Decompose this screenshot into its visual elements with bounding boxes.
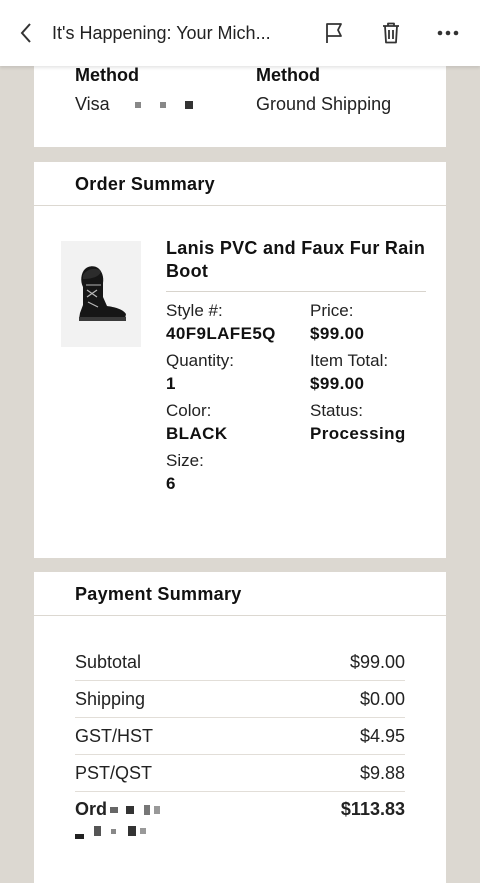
pst-qst-value: $9.88 [359, 762, 405, 783]
size-value: 6 [166, 474, 176, 493]
payment-card-type: Visa [75, 94, 110, 114]
quantity-value: 1 [166, 374, 176, 393]
flag-icon [326, 23, 342, 43]
flag-button[interactable] [319, 18, 349, 48]
product-name[interactable]: Lanis PVC and Faux Fur Rain Boot [166, 237, 426, 292]
gst-hst-label: GST/HST [75, 725, 154, 746]
payment-summary-heading: Payment Summary [34, 572, 446, 616]
item-total-label: Item Total: [310, 351, 389, 370]
shipping-row: Shipping $0.00 [75, 681, 405, 718]
gst-hst-row: GST/HST $4.95 [75, 718, 405, 755]
price-value: $99.00 [310, 324, 365, 343]
back-button[interactable] [0, 0, 52, 66]
item-total-value: $99.00 [310, 374, 365, 393]
shipping-method-label: Method [256, 65, 320, 85]
boot-icon [79, 266, 126, 321]
method-card: Method Visa Method Ground Shipping [34, 66, 446, 147]
shipping-method: Method Ground Shipping [256, 66, 391, 114]
product-details-right: Price: $99.00 Item Total: $99.00 Status:… [310, 299, 435, 445]
order-summary-card: Order Summary Lanis PVC and Faux Fur Rai… [34, 162, 446, 558]
subtotal-row: Subtotal $99.00 [75, 644, 405, 681]
chevron-left-icon [20, 23, 31, 43]
email-body[interactable]: Method Visa Method Ground Shipping Order… [0, 66, 480, 883]
price-label: Price: [310, 301, 354, 320]
email-subject-title: It's Happening: Your Mich... [52, 22, 271, 43]
gst-hst-value: $4.95 [359, 725, 405, 746]
payment-method: Method Visa [75, 66, 193, 114]
payment-method-value: Visa [75, 94, 193, 114]
order-total-label: Ord [75, 799, 161, 841]
payment-summary-card: Payment Summary Subtotal $99.00 Shipping… [34, 572, 446, 883]
payment-method-label: Method [75, 65, 139, 85]
shipping-method-value: Ground Shipping [256, 94, 392, 114]
pst-qst-label: PST/QST [75, 762, 153, 783]
style-label: Style #: [166, 301, 223, 320]
quantity-label: Quantity: [166, 351, 235, 370]
order-total-label-text: Ord [75, 799, 108, 819]
more-icon [437, 30, 459, 36]
delete-button[interactable] [376, 18, 406, 48]
order-total-value: $113.83 [340, 799, 405, 819]
status-label: Status: [310, 401, 363, 420]
trash-icon [383, 22, 399, 44]
more-button[interactable] [433, 18, 463, 48]
product-image[interactable] [61, 241, 141, 347]
top-bar: It's Happening: Your Mich... [0, 0, 480, 66]
subtotal-value: $99.00 [349, 651, 405, 672]
order-summary-heading: Order Summary [34, 162, 446, 206]
shipping-label: Shipping [75, 688, 146, 709]
status-value: Processing [310, 424, 406, 443]
size-label: Size: [166, 451, 204, 470]
product-details-left: Style #: 40F9LAFE5Q Quantity: 1 Color: B… [166, 299, 276, 495]
shipping-value: $0.00 [359, 688, 405, 709]
order-total-row: Ord $113.83 [75, 792, 405, 852]
color-label: Color: [166, 401, 212, 420]
subtotal-label: Subtotal [75, 651, 142, 672]
color-value: BLACK [166, 424, 228, 443]
pst-qst-row: PST/QST $9.88 [75, 755, 405, 792]
style-value: 40F9LAFE5Q [166, 324, 276, 343]
